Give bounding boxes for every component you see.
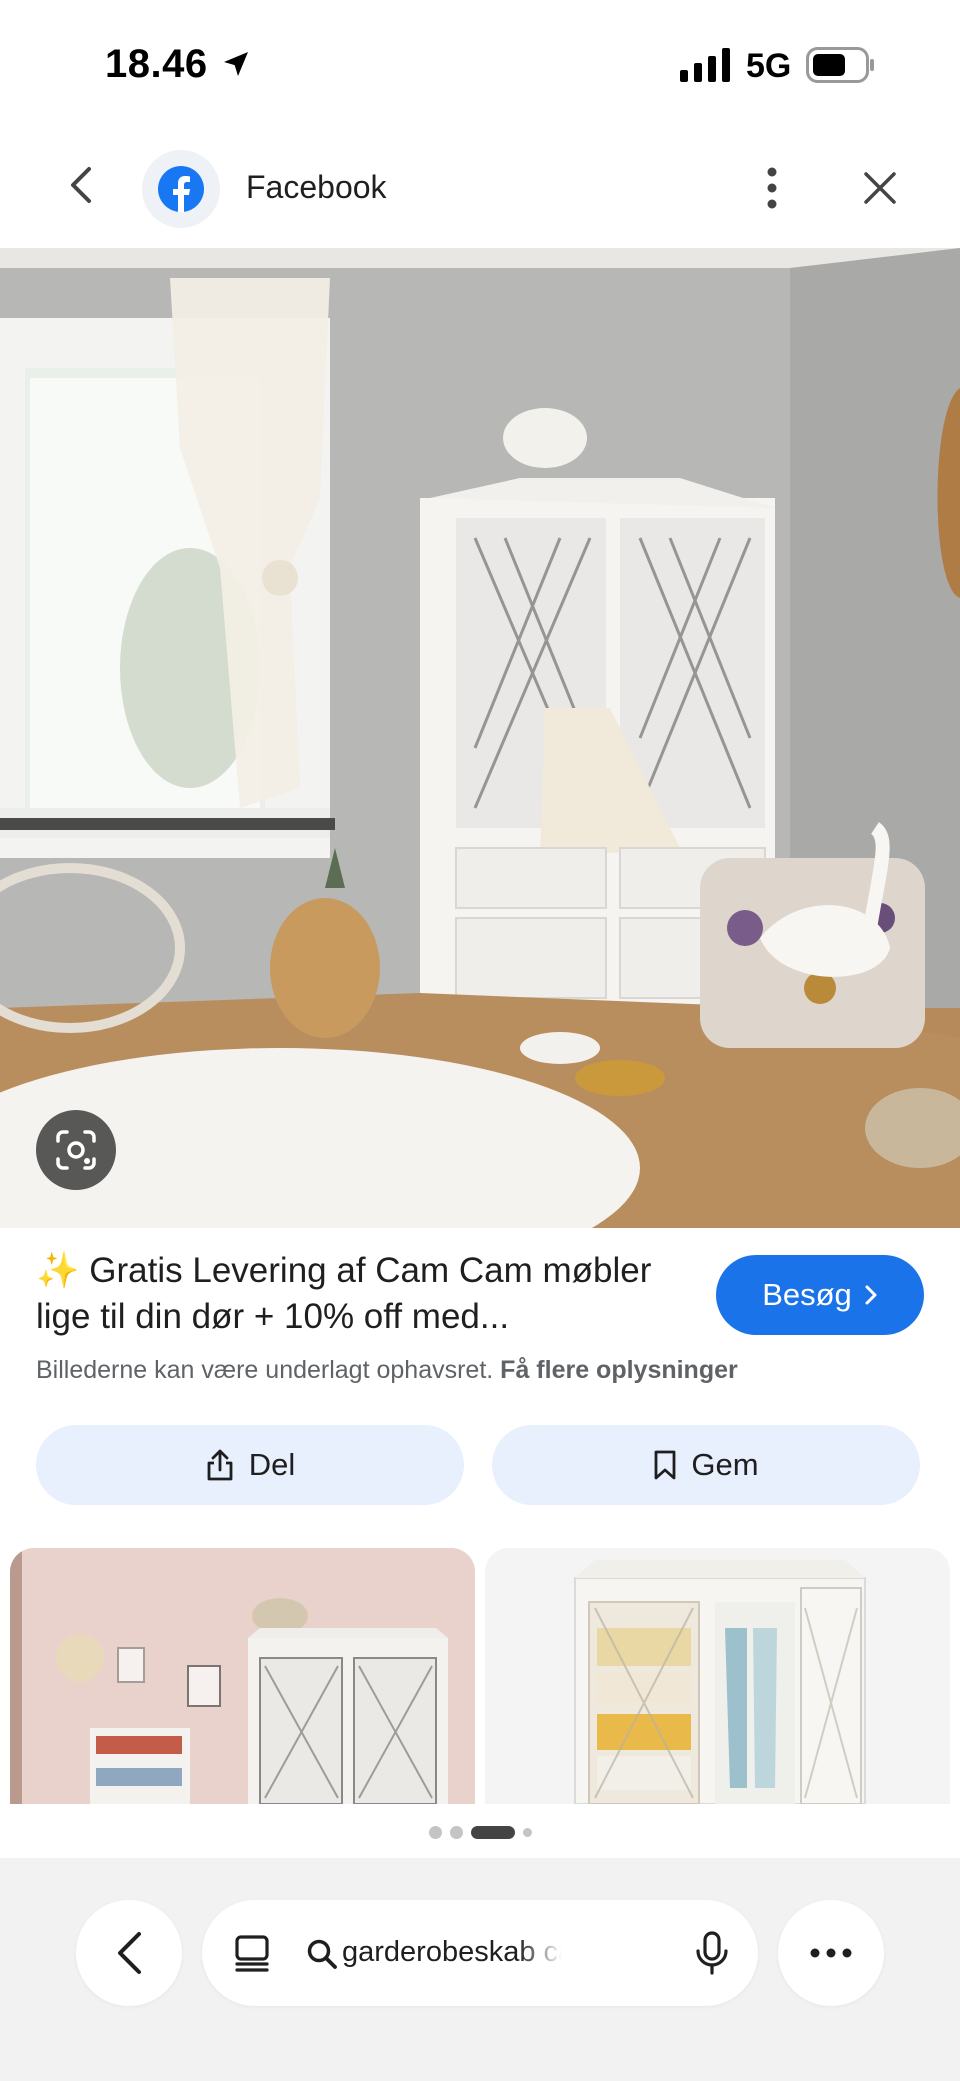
page-indicator: [0, 1826, 960, 1839]
save-button[interactable]: Gem: [492, 1425, 920, 1505]
page-dot: [522, 1828, 532, 1837]
facebook-logo-icon: [158, 166, 204, 212]
related-image[interactable]: [485, 1548, 950, 1804]
copyright-text: Billederne kan være underlagt ophavsret.: [36, 1356, 494, 1384]
related-photo-2: [485, 1548, 950, 1804]
battery-icon: [806, 47, 874, 83]
page-dot-active: [470, 1826, 515, 1839]
save-label: Gem: [691, 1447, 759, 1482]
location-arrow-icon: [224, 52, 248, 76]
cellular-signal-icon: [680, 48, 730, 82]
search-bar[interactable]: garderobeskab cam cam: [202, 1900, 758, 2006]
visit-button[interactable]: Besøg: [716, 1255, 924, 1335]
share-button[interactable]: Del: [36, 1425, 464, 1505]
browser-back-button[interactable]: [76, 1900, 182, 2006]
visit-button-label: Besøg: [762, 1277, 852, 1312]
bookmark-icon: [655, 1450, 676, 1480]
network-label: 5G: [746, 47, 792, 85]
share-label: Del: [248, 1447, 296, 1482]
result-info: ✨ Gratis Levering af Cam Cam møbler lige…: [0, 1228, 960, 1408]
more-horizontal-icon: [810, 1948, 852, 1958]
site-avatar: [142, 150, 220, 228]
browser-more-button[interactable]: [778, 1900, 884, 2006]
share-icon: [207, 1449, 233, 1481]
page-dot: [428, 1826, 442, 1839]
result-image[interactable]: [0, 248, 960, 1228]
back-chevron-icon: [118, 1932, 141, 1974]
bottom-toolbar: garderobeskab cam cam: [0, 1858, 960, 2081]
more-info-link[interactable]: Få flere oplysninger: [500, 1356, 738, 1384]
back-arrow-icon: [71, 167, 91, 203]
microphone-icon[interactable]: [694, 1930, 730, 1976]
search-icon: [307, 1939, 337, 1969]
search-query[interactable]: garderobeskab cam cam: [342, 1936, 562, 1969]
related-photo-1: [10, 1548, 475, 1804]
related-image[interactable]: [10, 1548, 475, 1804]
header-title: Facebook: [246, 169, 387, 205]
lens-icon: [56, 1130, 96, 1170]
header-back-button[interactable]: [56, 160, 106, 210]
lens-search-button[interactable]: [36, 1110, 116, 1190]
browser-header: Facebook: [0, 130, 960, 248]
chevron-right-icon: [865, 1285, 877, 1305]
close-icon: [864, 172, 896, 204]
tabs-icon[interactable]: [232, 1933, 272, 1973]
more-vertical-icon: [767, 167, 777, 209]
status-bar: 18.46 5G: [0, 0, 960, 130]
status-time: 18.46: [105, 42, 208, 86]
header-more-button[interactable]: [752, 158, 792, 218]
header-close-button[interactable]: [854, 162, 906, 214]
copyright-notice: Billederne kan være underlagt ophavsret.…: [36, 1356, 738, 1385]
room-photo: [0, 248, 960, 1228]
page-dot: [449, 1826, 463, 1839]
result-title[interactable]: ✨ Gratis Levering af Cam Cam møbler lige…: [36, 1248, 686, 1340]
